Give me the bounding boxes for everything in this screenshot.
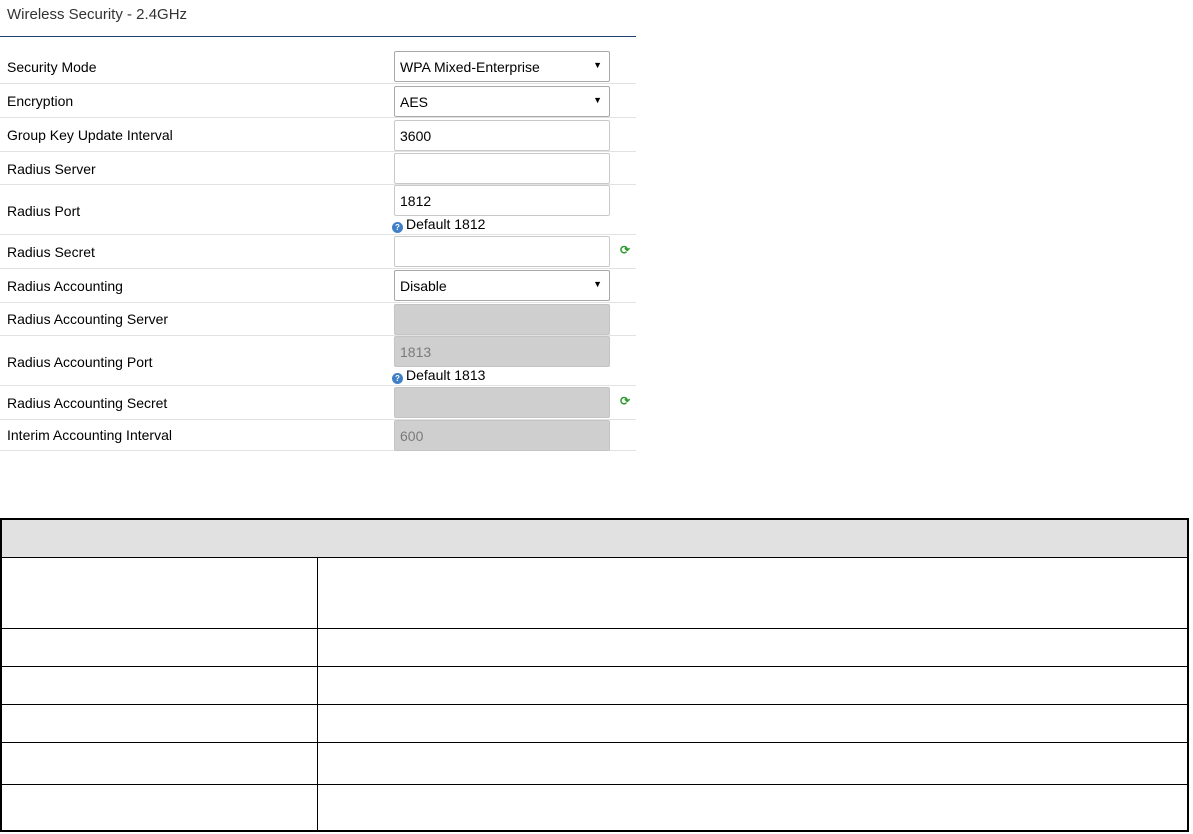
table-cell [2, 705, 318, 742]
interim-accounting-interval-label: Interim Accounting Interval [7, 427, 172, 443]
chevron-down-icon: ▼ [593, 60, 602, 70]
table-row [2, 629, 1187, 667]
encryption-select[interactable]: AES ▼ [394, 86, 610, 117]
encryption-value: AES [400, 94, 429, 110]
radius-accounting-server-input[interactable] [394, 304, 610, 335]
radius-port-value: 1812 [400, 193, 432, 209]
table-row [2, 558, 1187, 629]
radius-accounting-label: Radius Accounting [7, 278, 123, 294]
security-mode-value: WPA Mixed-Enterprise [400, 59, 540, 75]
help-icon: ? [392, 222, 403, 233]
radius-secret-label: Radius Secret [7, 244, 95, 260]
radius-accounting-port-hint: ? Default 1813 [392, 367, 485, 384]
table-cell [2, 667, 318, 704]
group-key-interval-value: 3600 [400, 128, 432, 144]
chevron-down-icon: ▼ [593, 95, 602, 105]
chevron-down-icon: ▼ [593, 279, 602, 289]
radius-port-hint-text: Default 1812 [406, 216, 486, 232]
description-table [0, 518, 1189, 832]
radius-accounting-select[interactable]: Disable ▼ [394, 270, 610, 301]
radius-secret-input[interactable] [394, 236, 610, 267]
table-row [2, 743, 1187, 785]
table-cell [318, 629, 1187, 666]
table-cell [2, 558, 318, 628]
refresh-icon[interactable]: ⟳ [620, 394, 630, 408]
help-icon: ? [392, 373, 403, 384]
table-row [2, 785, 1187, 830]
table-cell [318, 667, 1187, 704]
radius-accounting-port-label: Radius Accounting Port [7, 354, 153, 370]
radius-port-hint: ? Default 1812 [392, 216, 485, 233]
group-key-interval-input[interactable]: 3600 [394, 120, 610, 151]
radius-port-label: Radius Port [7, 203, 81, 219]
radius-server-label: Radius Server [7, 161, 96, 177]
table-cell [2, 743, 318, 784]
radius-accounting-value: Disable [400, 278, 447, 294]
radius-server-input[interactable] [394, 153, 610, 184]
table-cell [318, 558, 1187, 628]
radius-accounting-server-label: Radius Accounting Server [7, 311, 169, 327]
interim-accounting-interval-value: 600 [400, 428, 424, 444]
table-cell [2, 629, 318, 666]
radius-port-input[interactable]: 1812 [394, 185, 610, 216]
table-cell [318, 743, 1187, 784]
security-mode-label: Security Mode [7, 59, 97, 75]
radius-accounting-secret-label: Radius Accounting Secret [7, 395, 168, 411]
table-header [2, 520, 1187, 558]
security-mode-select[interactable]: WPA Mixed-Enterprise ▼ [394, 51, 610, 82]
radius-accounting-port-value: 1813 [400, 344, 432, 360]
refresh-icon[interactable]: ⟳ [620, 243, 630, 257]
table-row [2, 705, 1187, 743]
interim-accounting-interval-input[interactable]: 600 [394, 420, 610, 451]
table-cell [318, 705, 1187, 742]
radius-accounting-port-hint-text: Default 1813 [406, 367, 486, 383]
table-cell [318, 785, 1187, 830]
title-divider [0, 36, 636, 37]
table-cell [2, 785, 318, 830]
table-row [2, 667, 1187, 705]
radius-accounting-port-input[interactable]: 1813 [394, 336, 610, 367]
encryption-label: Encryption [7, 93, 74, 109]
group-key-interval-label: Group Key Update Interval [7, 127, 173, 143]
panel-title: Wireless Security - 2.4GHz [7, 6, 188, 23]
radius-accounting-secret-input[interactable] [394, 387, 610, 418]
